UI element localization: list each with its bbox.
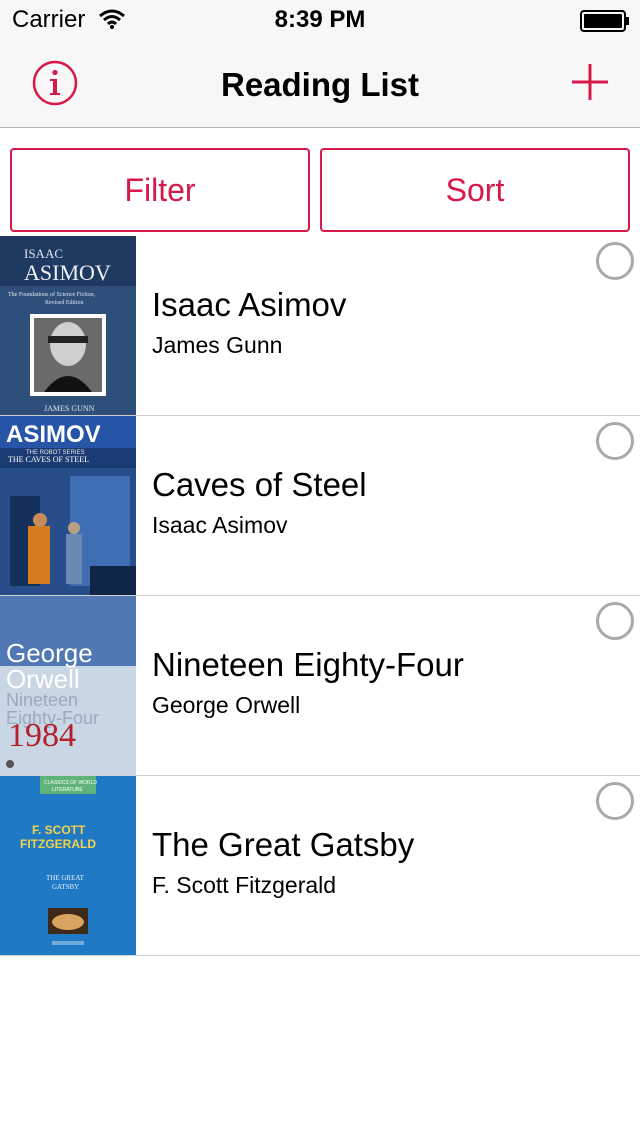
list-item[interactable]: ASIMOV THE ROBOT SERIES THE CAVES OF STE…	[0, 416, 640, 596]
read-status-toggle[interactable]	[596, 602, 634, 640]
book-list: ISAAC ASIMOV The Foundations of Science …	[0, 236, 640, 956]
list-item[interactable]: CLASSICS OF WORLD LITERATURE F. SCOTT FI…	[0, 776, 640, 956]
status-time: 8:39 PM	[274, 6, 366, 33]
book-cover-image: CLASSICS OF WORLD LITERATURE F. SCOTT FI…	[0, 776, 136, 955]
book-author: George Orwell	[152, 692, 301, 718]
cover-text: FITZGERALD	[20, 837, 96, 851]
book-title: The Great Gatsby	[152, 826, 415, 863]
list-item[interactable]: ISAAC ASIMOV The Foundations of Science …	[0, 236, 640, 416]
cover-text: ASIMOV	[6, 421, 101, 448]
book-cover-image: ASIMOV THE ROBOT SERIES THE CAVES OF STE…	[0, 416, 136, 595]
cover-text: 1984	[8, 717, 76, 754]
cover-text: Nineteen	[6, 690, 78, 710]
book-author: James Gunn	[152, 332, 283, 358]
page-title: Reading List	[220, 66, 420, 103]
book-title: Caves of Steel	[152, 466, 367, 503]
book-author: F. Scott Fitzgerald	[152, 872, 337, 898]
cover-text: The Foundations of Science Fiction,	[8, 291, 96, 298]
cover-text: THE CAVES OF STEEL	[8, 455, 89, 464]
cover-text: THE GREAT	[46, 874, 85, 882]
filter-button[interactable]: Filter	[10, 148, 310, 232]
book-author: Isaac Asimov	[152, 512, 288, 538]
navigation-bar: Reading List	[0, 40, 640, 128]
book-title: Isaac Asimov	[152, 286, 347, 323]
cover-text: ASIMOV	[24, 260, 111, 285]
cover-text: GATSBY	[52, 883, 79, 891]
plus-icon[interactable]	[570, 62, 610, 102]
cover-text: LITERATURE	[52, 787, 83, 793]
read-status-toggle[interactable]	[596, 242, 634, 280]
cover-text: ISAAC	[24, 246, 63, 261]
battery-icon	[580, 10, 629, 32]
book-title: Nineteen Eighty-Four	[152, 646, 464, 683]
book-cover-image: George Orwell Nineteen Eighty-Four 1984	[0, 596, 136, 775]
list-item[interactable]: George Orwell Nineteen Eighty-Four 1984 …	[0, 596, 640, 776]
cover-text: CLASSICS OF WORLD	[44, 780, 97, 786]
read-status-toggle[interactable]	[596, 782, 634, 820]
cover-text: JAMES GUNN	[44, 404, 95, 413]
cover-text: F. SCOTT	[32, 823, 86, 837]
book-cover-image: ISAAC ASIMOV The Foundations of Science …	[0, 236, 136, 415]
read-status-toggle[interactable]	[596, 422, 634, 460]
sort-button[interactable]: Sort	[320, 148, 630, 232]
cover-text: Revised Edition	[45, 300, 84, 306]
status-bar: Carrier 8:39 PM	[0, 0, 640, 40]
